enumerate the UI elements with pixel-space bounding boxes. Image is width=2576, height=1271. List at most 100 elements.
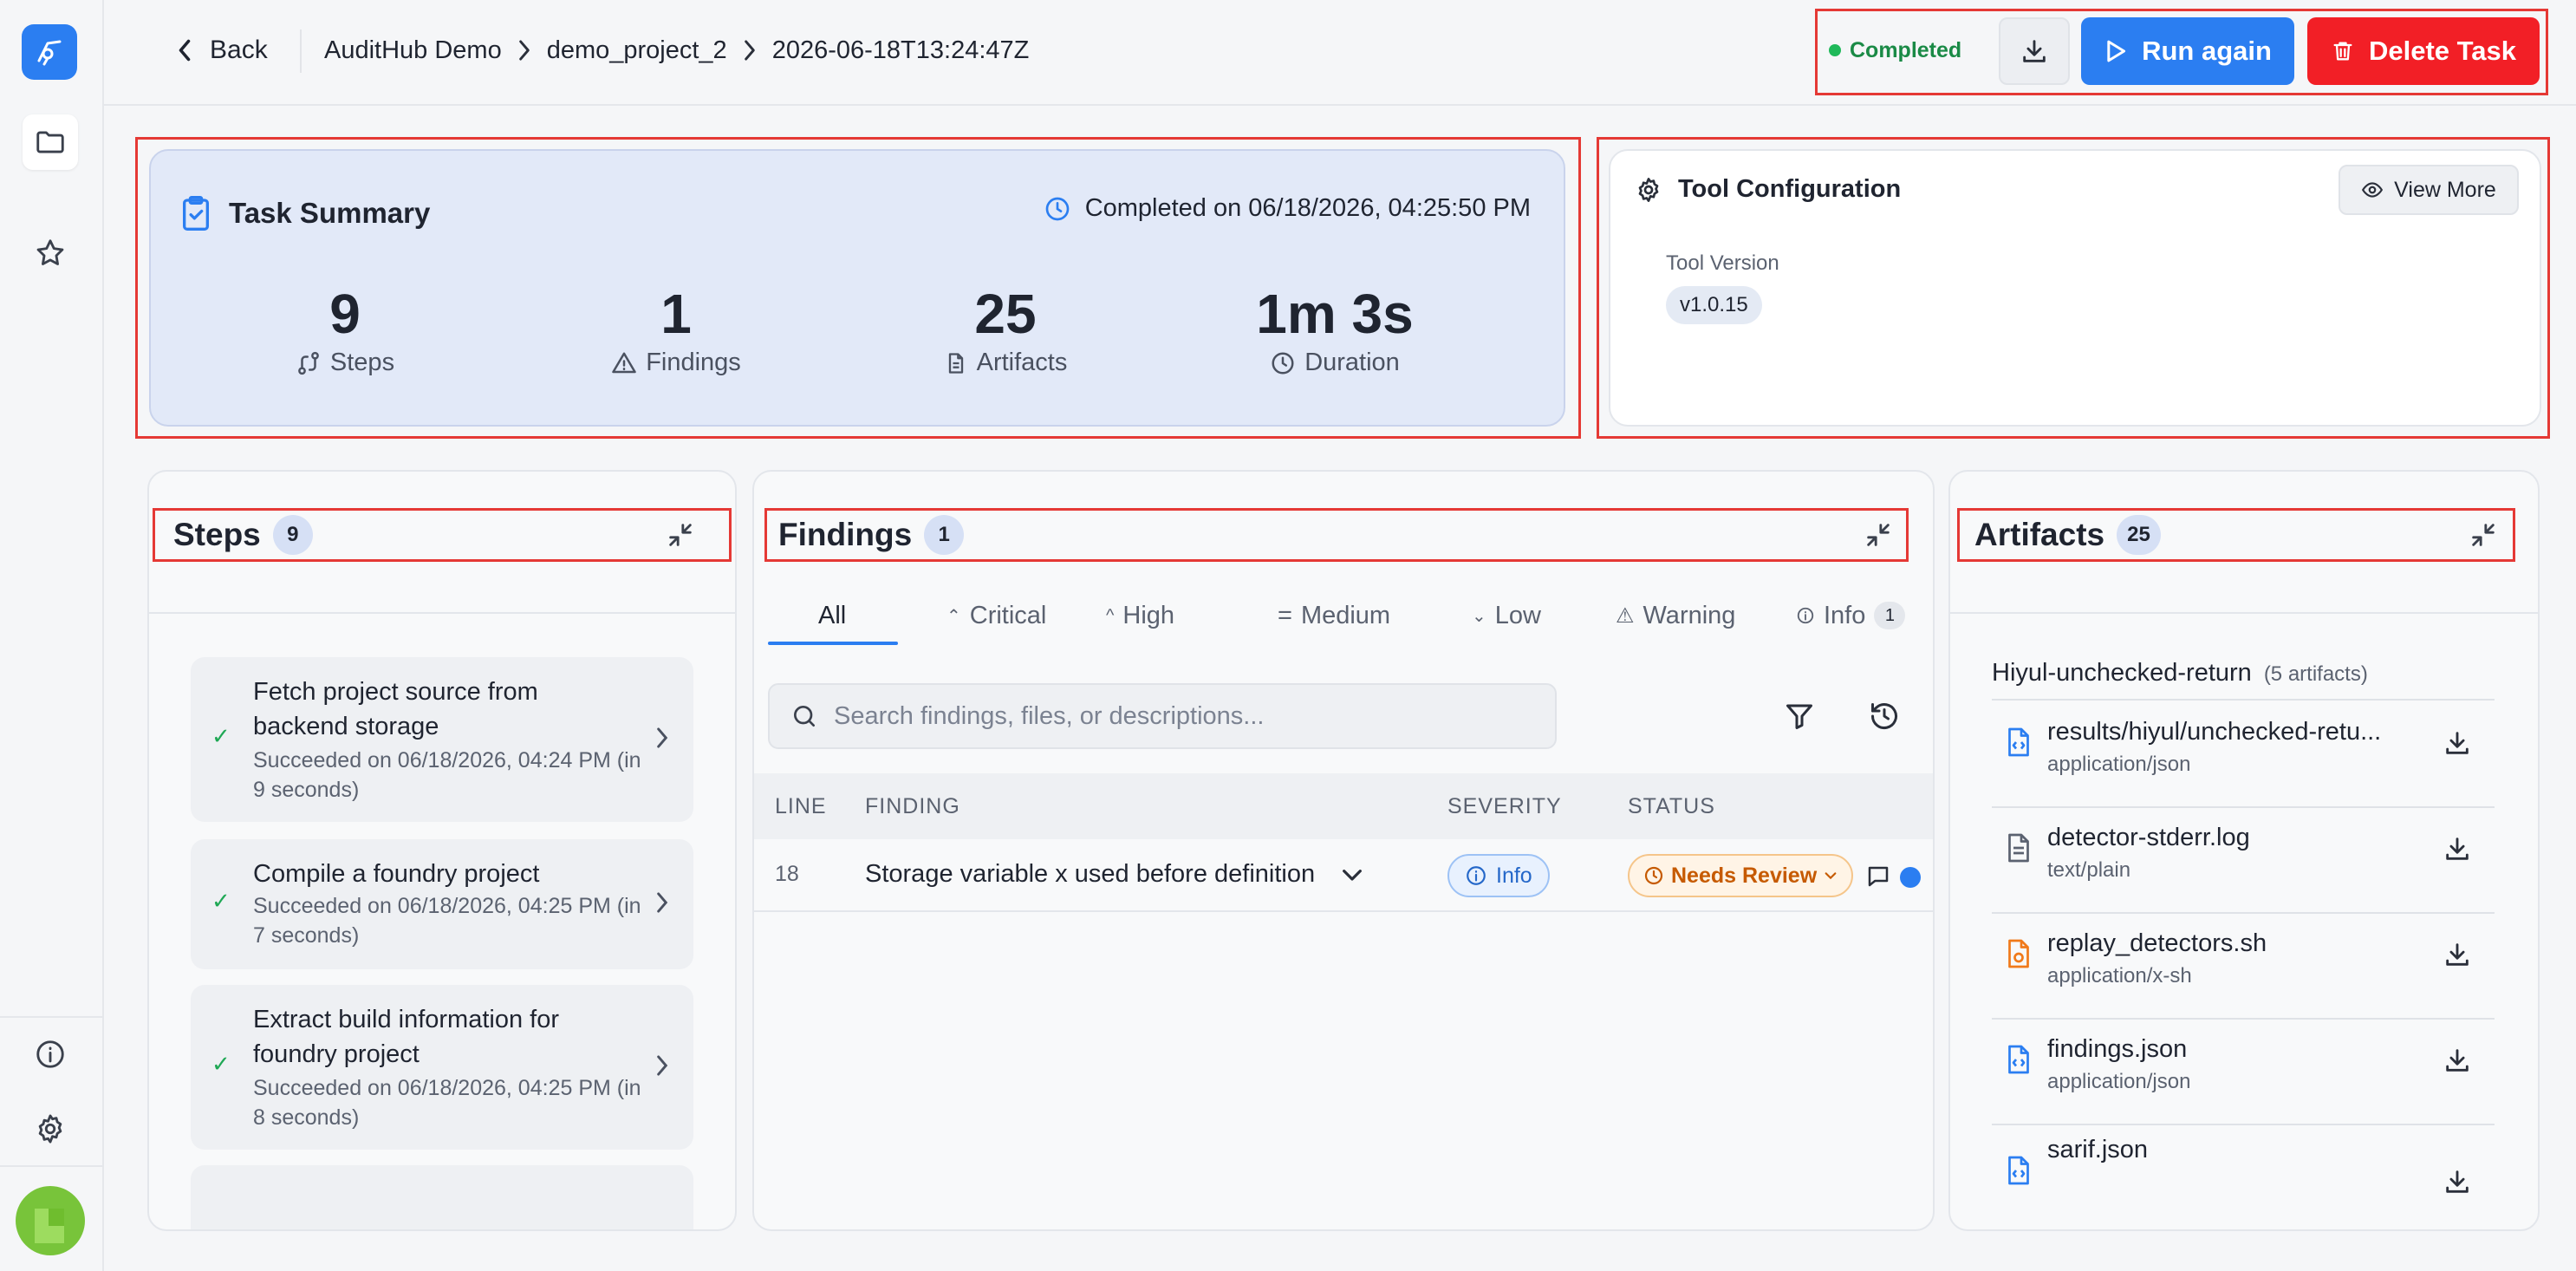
stat-value: 9 bbox=[329, 283, 361, 345]
step-item[interactable] bbox=[191, 1165, 693, 1229]
artifact-name: replay_detectors.sh bbox=[2047, 929, 2267, 957]
download-icon[interactable] bbox=[2443, 1167, 2472, 1196]
info-icon bbox=[1467, 866, 1486, 885]
download-icon[interactable] bbox=[2443, 728, 2472, 758]
breadcrumb-org[interactable]: AuditHub Demo bbox=[324, 36, 502, 65]
download-button[interactable] bbox=[1999, 17, 2070, 85]
tool-configuration-label: Tool Configuration bbox=[1678, 175, 1902, 203]
chevron-down-icon[interactable] bbox=[1342, 867, 1363, 884]
stat-label-text: Duration bbox=[1304, 349, 1400, 376]
finding-line: 18 bbox=[775, 862, 799, 886]
stat-duration: 1m 3s Duration bbox=[1205, 283, 1465, 377]
stat-findings: 1 Findings bbox=[546, 283, 806, 377]
nav-info-button[interactable] bbox=[23, 1027, 78, 1082]
artifact-item[interactable]: results/hiyul/unchecked-retu... applicat… bbox=[1992, 702, 2495, 806]
chevron-down-icon: ⌄ bbox=[1472, 606, 1486, 626]
comment-icon[interactable] bbox=[1865, 864, 1891, 890]
filter-icon[interactable] bbox=[1784, 701, 1815, 732]
delete-task-label: Delete Task bbox=[2368, 36, 2516, 66]
tab-critical[interactable]: ⌃ Critical bbox=[946, 584, 1046, 647]
gear-icon bbox=[1638, 177, 1659, 202]
download-icon[interactable] bbox=[2443, 834, 2472, 864]
check-icon: ✓ bbox=[211, 888, 231, 914]
artifact-type: application/x-sh bbox=[2047, 964, 2192, 987]
chevron-up-icon: ^ bbox=[1106, 605, 1115, 625]
search-icon bbox=[794, 706, 815, 727]
breadcrumb-project[interactable]: demo_project_2 bbox=[547, 36, 727, 65]
step-subtitle: Succeeded on 06/18/2026, 04:25 PM (in 7 … bbox=[253, 894, 641, 948]
tab-medium[interactable]: = Medium bbox=[1278, 584, 1390, 647]
breadcrumb: AuditHub Demo demo_project_2 2026-06-18T… bbox=[324, 31, 1029, 69]
download-icon bbox=[2023, 40, 2046, 62]
nav-settings-button[interactable] bbox=[23, 1101, 78, 1157]
search-input[interactable]: Search findings, files, or descriptions.… bbox=[768, 683, 1557, 749]
equals-icon: = bbox=[1278, 601, 1292, 629]
clock-icon bbox=[1272, 352, 1294, 374]
stat-label: Steps bbox=[215, 349, 475, 377]
artifact-item[interactable]: detector-stderr.log text/plain bbox=[1992, 808, 2495, 912]
text-file-icon bbox=[2008, 833, 2029, 863]
artifacts-header-highlight bbox=[1957, 508, 2515, 562]
completed-timestamp: Completed on 06/18/2026, 04:25:50 PM bbox=[1044, 194, 1531, 223]
info-count-badge: 1 bbox=[1874, 602, 1906, 629]
finding-title: Storage variable x used before definitio… bbox=[865, 860, 1316, 888]
tab-label: Critical bbox=[969, 601, 1047, 629]
status-dropdown[interactable]: Needs Review bbox=[1628, 854, 1854, 897]
logo-icon bbox=[37, 40, 62, 66]
tab-warning[interactable]: ⚠ Warning bbox=[1616, 584, 1735, 647]
tab-all[interactable]: All bbox=[818, 584, 846, 647]
app-logo[interactable] bbox=[22, 24, 77, 80]
tab-label: Info bbox=[1824, 601, 1866, 629]
trash-icon bbox=[2333, 42, 2352, 61]
panel-divider bbox=[1950, 612, 2538, 614]
artifact-name: results/hiyul/unchecked-retu... bbox=[2047, 718, 2382, 746]
delete-task-button[interactable]: Delete Task bbox=[2307, 17, 2540, 85]
json-file-icon bbox=[2008, 727, 2029, 757]
step-item[interactable]: ✓ Extract build information for foundry … bbox=[191, 985, 693, 1150]
artifact-item[interactable]: replay_detectors.sh application/x-sh bbox=[1992, 914, 2495, 1018]
nav-favorites-button[interactable] bbox=[23, 225, 78, 281]
run-again-button[interactable]: Run again bbox=[2081, 17, 2294, 85]
view-more-button[interactable]: View More bbox=[2339, 165, 2519, 215]
breadcrumb-task: 2026-06-18T13:24:47Z bbox=[771, 36, 1030, 64]
step-title: Extract build information for foundry pr… bbox=[253, 1006, 559, 1068]
user-avatar[interactable] bbox=[16, 1186, 85, 1255]
steps-panel: Steps 9 ✓ Fetch project source from back… bbox=[147, 470, 737, 1231]
play-icon bbox=[2107, 40, 2126, 62]
tab-high[interactable]: ^ High bbox=[1106, 584, 1174, 647]
status-label: Needs Review bbox=[1671, 863, 1818, 888]
step-item[interactable]: ✓ Compile a foundry project Succeeded on… bbox=[191, 839, 693, 969]
completed-label: Completed on 06/18/2026, 04:25:50 PM bbox=[1084, 194, 1531, 222]
tab-info[interactable]: Info 1 bbox=[1796, 584, 1906, 647]
task-summary-label: Task Summary bbox=[229, 197, 431, 229]
artifact-type: application/json bbox=[2047, 753, 2191, 776]
findings-panel: Findings 1 All ⌃ Critical ^ High = Medium ⌄… bbox=[752, 470, 1935, 1231]
avatar-shape bbox=[49, 1209, 64, 1226]
download-icon[interactable] bbox=[2443, 1046, 2472, 1075]
severity-tabs: All ⌃ Critical ^ High = Medium ⌄ Low ⚠ Warnin… bbox=[768, 584, 1919, 647]
table-row[interactable]: 18 Storage variable x used before defini… bbox=[754, 839, 1933, 912]
nav-projects-button[interactable] bbox=[23, 114, 78, 170]
download-icon[interactable] bbox=[2443, 940, 2472, 969]
chevron-left-icon bbox=[179, 39, 191, 62]
findings-table-header: LINE FINDING SEVERITY STATUS bbox=[754, 773, 1933, 839]
panel-divider bbox=[149, 612, 735, 614]
tab-label: High bbox=[1122, 601, 1175, 629]
gear-icon bbox=[38, 1114, 62, 1144]
column-header-finding: FINDING bbox=[865, 794, 960, 818]
step-item[interactable]: ✓ Fetch project source from backend stor… bbox=[191, 657, 693, 822]
artifact-item[interactable]: findings.json application/json bbox=[1992, 1020, 2495, 1124]
artifact-type: text/plain bbox=[2047, 858, 2131, 882]
artifact-item[interactable]: sarif.json bbox=[1992, 1127, 2495, 1229]
back-button[interactable]: Back bbox=[175, 31, 268, 69]
stat-label: Findings bbox=[546, 349, 806, 377]
task-summary-title: Task Summary bbox=[179, 194, 430, 232]
stat-label-text: Artifacts bbox=[976, 349, 1068, 376]
info-icon bbox=[1797, 607, 1814, 624]
warning-triangle-icon: ⚠ bbox=[1616, 603, 1635, 628]
chevron-down-icon bbox=[1825, 872, 1837, 880]
chevron-right-icon bbox=[657, 892, 668, 913]
history-icon[interactable] bbox=[1869, 701, 1900, 732]
tab-low[interactable]: ⌄ Low bbox=[1472, 584, 1541, 647]
left-nav-rail bbox=[0, 0, 104, 1271]
